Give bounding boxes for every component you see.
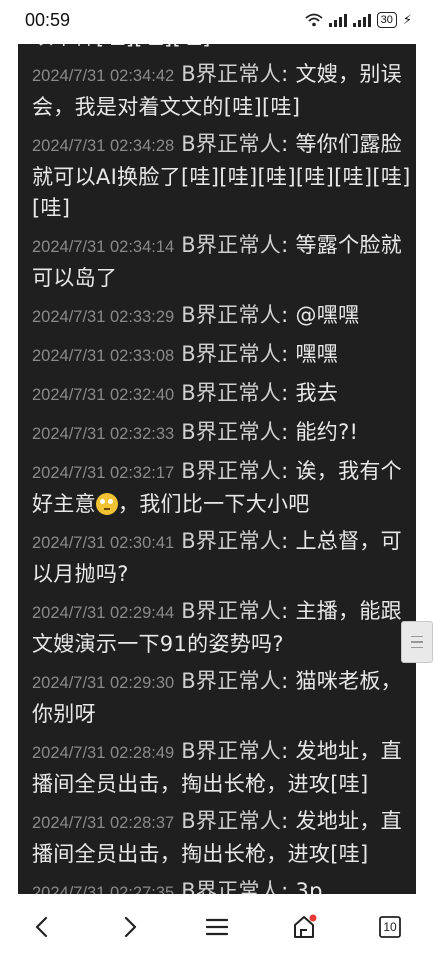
signal-icon-2 [352, 13, 371, 27]
message-timestamp: 2024/7/31 02:32:17 [32, 464, 175, 482]
message-username[interactable]: B界正常人 [181, 342, 281, 366]
chat-message: 2024/7/31 02:34:28 B界正常人: 等你们露脸就可以AI换脸了[… [32, 129, 416, 224]
message-timestamp: 2024/7/31 02:33:08 [32, 347, 175, 365]
message-username[interactable]: B界正常人 [181, 529, 281, 553]
message-username[interactable]: B界正常人 [181, 599, 281, 623]
message-text: : 3p [281, 879, 323, 894]
message-username[interactable]: B界正常人 [181, 739, 281, 763]
home-icon [294, 914, 317, 938]
message-username[interactable]: B界正常人 [181, 303, 281, 327]
status-bar: 00:59 30 ⚡ [0, 0, 434, 44]
tab-count: 10 [383, 920, 397, 934]
message-username[interactable]: B界正常人 [181, 669, 281, 693]
tabs-button[interactable]: 10 [370, 909, 410, 945]
chat-message: 2024/7/31 02:33:08 B界正常人: 嘿嘿 [32, 339, 416, 372]
message-timestamp: 2024/7/31 02:29:30 [32, 674, 175, 692]
message-text-continued: ，我们比一下大小吧 [117, 492, 310, 516]
message-username[interactable]: B界正常人 [181, 233, 281, 257]
chat-message: 2024/7/31 02:28:49 B界正常人: 发地址，直播间全员出击，掏出… [32, 736, 416, 800]
message-timestamp: 2024/7/31 02:30:41 [32, 534, 175, 552]
chat-message: 2024/7/31 02:28:37 B界正常人: 发地址，直播间全员出击，掏出… [32, 806, 416, 870]
message-timestamp: 2024/7/31 02:34:42 [32, 67, 175, 85]
forward-button[interactable] [110, 909, 150, 945]
chat-message: 2024/7/31 02:34:14 B界正常人: 等露个脸就可以岛了 [32, 230, 416, 294]
chat-message: 2024/7/31 02:32:17 B界正常人: 诶，我有个好主意 ，我们比一下… [32, 456, 416, 520]
message-timestamp: 2024/7/31 02:27:35 [32, 884, 175, 894]
status-icons: 30 ⚡ [305, 12, 412, 28]
message-timestamp: 2024/7/31 02:29:44 [32, 604, 175, 622]
message-text: : @嘿嘿 [281, 303, 360, 327]
message-username[interactable]: B界正常人 [181, 381, 281, 405]
message-text: : 嘿嘿 [281, 342, 339, 366]
forward-icon [124, 916, 137, 938]
menu-button[interactable] [197, 909, 237, 945]
battery-level: 30 [376, 12, 397, 28]
scroll-handle[interactable] [401, 621, 433, 663]
bottom-nav-bar: 10 [0, 895, 434, 960]
status-time: 00:59 [25, 10, 71, 30]
thinking-face-icon [95, 493, 118, 515]
chat-message: 2024/7/31 02:27:35 B界正常人: 3p [32, 876, 416, 894]
message-username[interactable]: B界正常人 [181, 62, 281, 86]
message-username[interactable]: B界正常人 [181, 809, 281, 833]
chat-list: 以革稀[哇][哇][哇]2024/7/31 02:34:42 B界正常人: 文嫂… [18, 32, 416, 894]
charging-icon: ⚡ [402, 12, 412, 28]
message-timestamp: 2024/7/31 02:34:14 [32, 238, 175, 256]
message-timestamp: 2024/7/31 02:32:40 [32, 386, 175, 404]
chat-message: 2024/7/31 02:29:44 B界正常人: 主播，能跟文嫂演示一下91的… [32, 596, 416, 660]
message-text: : 能约?! [281, 420, 359, 444]
message-timestamp: 2024/7/31 02:32:33 [32, 425, 175, 443]
message-username[interactable]: B界正常人 [181, 879, 281, 894]
back-button[interactable] [22, 909, 62, 945]
signal-icon [328, 13, 347, 27]
chat-message: 2024/7/31 02:29:30 B界正常人: 猫咪老板，你别呀 [32, 666, 416, 730]
back-icon [35, 916, 48, 938]
chat-message: 2024/7/31 02:32:33 B界正常人: 能约?! [32, 417, 416, 450]
chat-message: 2024/7/31 02:33:29 B界正常人: @嘿嘿 [32, 300, 416, 333]
chat-message: 2024/7/31 02:30:41 B界正常人: 上总督，可以月抛吗? [32, 526, 416, 590]
message-timestamp: 2024/7/31 02:33:29 [32, 308, 175, 326]
message-username[interactable]: B界正常人 [181, 132, 281, 156]
message-text: : 我去 [281, 381, 339, 405]
message-timestamp: 2024/7/31 02:34:28 [32, 137, 175, 155]
chat-message: 2024/7/31 02:34:42 B界正常人: 文嫂，别误会，我是对着文文的… [32, 59, 416, 123]
message-timestamp: 2024/7/31 02:28:49 [32, 744, 175, 762]
chat-message: 2024/7/31 02:32:40 B界正常人: 我去 [32, 378, 416, 411]
wifi-icon [305, 13, 323, 27]
menu-icon [206, 918, 228, 936]
chat-log[interactable]: 以革稀[哇][哇][哇]2024/7/31 02:34:42 B界正常人: 文嫂… [18, 32, 416, 894]
home-button[interactable] [284, 909, 324, 945]
message-username[interactable]: B界正常人 [181, 459, 281, 483]
message-timestamp: 2024/7/31 02:28:37 [32, 814, 175, 832]
message-username[interactable]: B界正常人 [181, 420, 281, 444]
